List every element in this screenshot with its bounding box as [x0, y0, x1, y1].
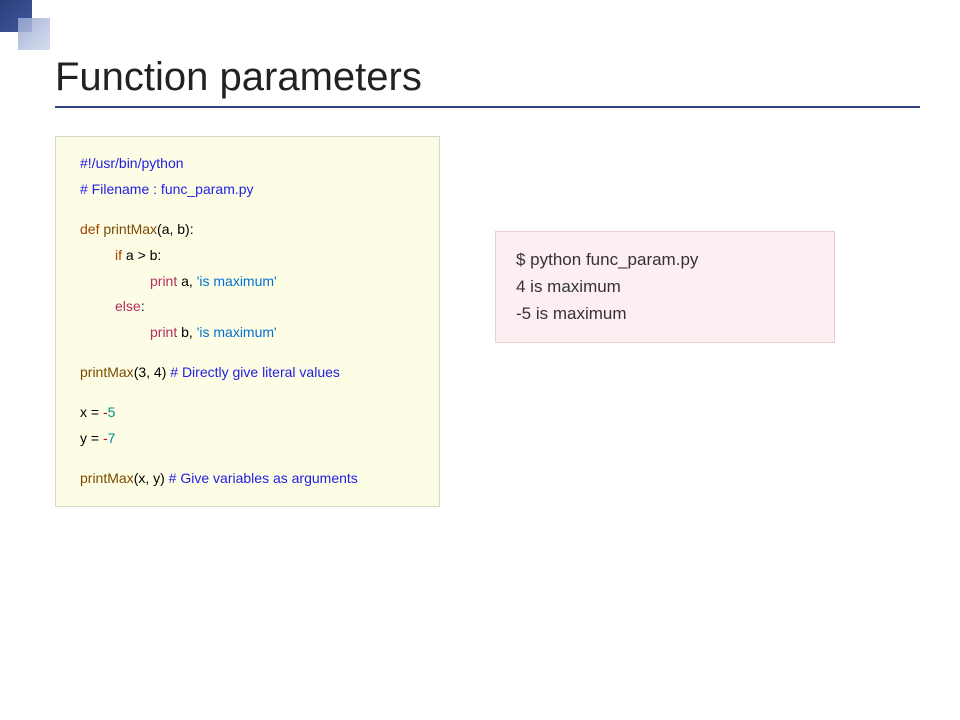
code-line: x = -5 [80, 400, 423, 426]
code-line: printMax(x, y) # Give variables as argum… [80, 466, 423, 492]
code-line: def printMax(a, b): [80, 217, 423, 243]
code-line: printMax(3, 4) # Directly give literal v… [80, 360, 423, 386]
content-row: #!/usr/bin/python # Filename : func_para… [55, 136, 920, 507]
title-underline [55, 106, 920, 108]
code-line: if a > b: [80, 243, 423, 269]
code-line: #!/usr/bin/python [80, 155, 184, 171]
slide-content: Function parameters #!/usr/bin/python # … [55, 55, 920, 680]
code-line: print a, 'is maximum' [80, 269, 423, 295]
output-line: 4 is maximum [516, 273, 774, 300]
output-block: $ python func_param.py 4 is maximum -5 i… [495, 231, 835, 343]
output-line: $ python func_param.py [516, 246, 774, 273]
code-line: # Filename : func_param.py [80, 181, 254, 197]
slide-title: Function parameters [55, 55, 920, 100]
corner-decoration [0, 0, 55, 55]
code-line: else: [80, 294, 423, 320]
code-line: y = -7 [80, 426, 423, 452]
code-block: #!/usr/bin/python # Filename : func_para… [55, 136, 440, 507]
code-line: print b, 'is maximum' [80, 320, 423, 346]
output-line: -5 is maximum [516, 300, 774, 327]
